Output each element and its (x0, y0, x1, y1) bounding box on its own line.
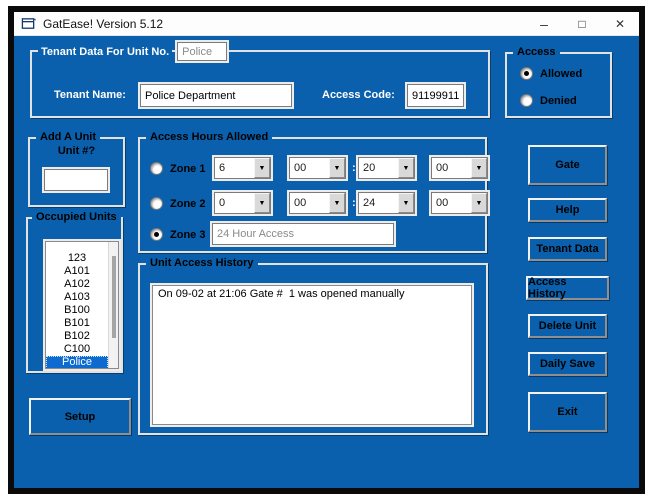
zone1-label: Zone 1 (170, 163, 205, 175)
zone1-option[interactable]: Zone 1 (150, 162, 205, 175)
zone3-label: Zone 3 (170, 229, 205, 241)
zone1-end-min-dropdown[interactable]: 00 ▼ (431, 157, 488, 179)
window-title: GatEase! Version 5.12 (43, 17, 163, 31)
tenant-name-label: Tenant Name: (54, 89, 126, 101)
zone1-end-hour-value: 20 (359, 158, 398, 178)
zone1-start-min-value: 00 (290, 158, 329, 178)
zone3-option[interactable]: Zone 3 (150, 228, 205, 241)
zone2-option[interactable]: Zone 2 (150, 197, 205, 210)
list-item[interactable]: A103 (46, 291, 108, 304)
tenant-data-group-label: Tenant Data For Unit No. (38, 44, 172, 60)
gate-button[interactable]: Gate (528, 145, 607, 185)
tenant-name-input[interactable] (140, 84, 292, 107)
app-icon (21, 17, 36, 31)
allowed-label: Allowed (540, 68, 582, 80)
tenant-data-group: Tenant Data For Unit No. Tenant Name: Ac… (30, 50, 490, 118)
list-item[interactable]: C100 (46, 343, 108, 356)
zone1-start-hour-value: 6 (215, 158, 254, 178)
app-window: GatEase! Version 5.12 – □ ✕ Tenant Data … (8, 6, 645, 494)
form-client-area: Tenant Data For Unit No. Tenant Name: Ac… (14, 36, 639, 488)
occupied-units-list[interactable]: 123 A101 A102 A103 B100 B101 B102 C100 P… (45, 241, 119, 369)
access-history-textbox[interactable]: On 09-02 at 21:06 Gate # 1 was opened ma… (152, 285, 472, 425)
dropdown-arrow-icon[interactable]: ▼ (254, 193, 270, 213)
zone2-end-min-value: 00 (432, 193, 471, 213)
dropdown-arrow-icon[interactable]: ▼ (329, 193, 345, 213)
dropdown-arrow-icon[interactable]: ▼ (471, 158, 487, 178)
title-bar: GatEase! Version 5.12 – □ ✕ (14, 12, 639, 36)
dropdown-arrow-icon[interactable]: ▼ (329, 158, 345, 178)
zone1-start-min-dropdown[interactable]: 00 ▼ (289, 157, 346, 179)
minimize-button[interactable]: – (525, 12, 563, 35)
add-unit-group: Add A Unit Unit #? (28, 137, 125, 207)
denied-radio[interactable] (520, 94, 533, 107)
denied-label: Denied (540, 95, 577, 107)
window-controls: – □ ✕ (525, 12, 639, 35)
occupied-units-group-label: Occupied Units (32, 210, 121, 225)
allowed-radio[interactable] (520, 67, 533, 80)
help-button[interactable]: Help (528, 198, 607, 222)
exit-button[interactable]: Exit (528, 392, 607, 432)
zone2-start-min-value: 00 (290, 193, 329, 213)
setup-button[interactable]: Setup (29, 398, 131, 435)
dropdown-arrow-icon[interactable]: ▼ (254, 158, 270, 178)
dropdown-arrow-icon[interactable]: ▼ (398, 158, 414, 178)
new-unit-input[interactable] (44, 169, 108, 191)
dropdown-arrow-icon[interactable]: ▼ (471, 193, 487, 213)
time-separator: : (352, 162, 356, 174)
zone1-start-hour-dropdown[interactable]: 6 ▼ (214, 157, 271, 179)
list-scrollbar[interactable] (108, 242, 118, 368)
access-history-group-label: Unit Access History (146, 256, 258, 271)
list-scrollbar-thumb[interactable] (112, 256, 116, 338)
occupied-units-group: Occupied Units 123 A101 A102 A103 B100 B… (26, 217, 123, 373)
tenant-data-group-legend: Tenant Data For Unit No. (38, 42, 227, 61)
access-allowed-option[interactable]: Allowed (520, 67, 582, 80)
list-item[interactable]: A102 (46, 278, 108, 291)
close-button[interactable]: ✕ (601, 12, 639, 35)
occupied-units-list-items: 123 A101 A102 A103 B100 B101 B102 C100 P… (46, 242, 108, 368)
delete-unit-button[interactable]: Delete Unit (528, 314, 607, 338)
time-separator: : (352, 197, 356, 209)
list-item[interactable]: 123 (46, 252, 108, 265)
list-item[interactable]: B100 (46, 304, 108, 317)
zone2-radio[interactable] (150, 197, 163, 210)
zone2-end-hour-value: 24 (359, 193, 398, 213)
list-item[interactable]: B102 (46, 330, 108, 343)
zone1-radio[interactable] (150, 162, 163, 175)
zone2-start-hour-dropdown[interactable]: 0 ▼ (214, 192, 271, 214)
zone3-access-field[interactable] (212, 223, 394, 245)
list-item[interactable]: Police (46, 356, 108, 369)
access-denied-option[interactable]: Denied (520, 94, 577, 107)
daily-save-button[interactable]: Daily Save (528, 352, 607, 376)
add-unit-group-label: Add A Unit (36, 130, 100, 145)
zone1-end-hour-dropdown[interactable]: 20 ▼ (358, 157, 415, 179)
zone2-label: Zone 2 (170, 198, 205, 210)
zone2-start-hour-value: 0 (215, 193, 254, 213)
access-group: Access Allowed Denied (505, 52, 612, 118)
zone2-end-hour-dropdown[interactable]: 24 ▼ (358, 192, 415, 214)
access-history-button[interactable]: Access History (526, 276, 609, 300)
dropdown-arrow-icon[interactable]: ▼ (398, 193, 414, 213)
zone3-radio[interactable] (150, 228, 163, 241)
zone1-end-min-value: 00 (432, 158, 471, 178)
access-history-group: Unit Access History On 09-02 at 21:06 Ga… (138, 263, 488, 435)
access-hours-group-label: Access Hours Allowed (146, 130, 272, 145)
maximize-button[interactable]: □ (563, 12, 601, 35)
tenant-data-button[interactable]: Tenant Data (528, 237, 607, 261)
unit-number-prompt: Unit #? (30, 145, 123, 157)
list-item[interactable]: A101 (46, 265, 108, 278)
unit-number-field[interactable] (177, 42, 227, 61)
access-code-label: Access Code: (322, 89, 395, 101)
access-code-input[interactable] (407, 84, 464, 107)
zone2-end-min-dropdown[interactable]: 00 ▼ (431, 192, 488, 214)
zone2-start-min-dropdown[interactable]: 00 ▼ (289, 192, 346, 214)
access-group-label: Access (513, 45, 560, 60)
list-item[interactable]: B101 (46, 317, 108, 330)
access-hours-group: Access Hours Allowed Zone 1 6 ▼ 00 ▼ : 2… (138, 137, 487, 253)
